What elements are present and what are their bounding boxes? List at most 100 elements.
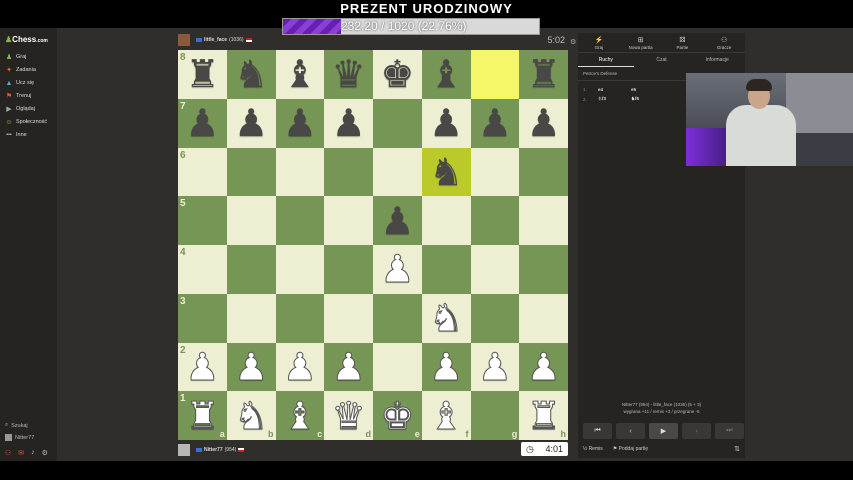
notifications-icon[interactable]: ♪ xyxy=(31,449,35,457)
sidebar-item-community[interactable]: ☺ Społeczność xyxy=(5,116,47,128)
tab-new-game[interactable]: ⊞ Nowa partia xyxy=(620,33,662,52)
square-e6[interactable] xyxy=(373,147,422,197)
square-c8[interactable]: ♝ xyxy=(275,50,325,99)
square-h2[interactable]: ♟ xyxy=(519,342,568,392)
square-b8[interactable]: ♞ xyxy=(226,50,276,99)
chess-logo[interactable]: ♟Chess.com xyxy=(5,35,48,44)
square-h1[interactable]: h ♜ xyxy=(519,391,568,440)
square-e7[interactable] xyxy=(373,98,422,148)
white-knight-icon[interactable]: ♞ xyxy=(234,396,269,435)
square-h7[interactable]: ♟ xyxy=(519,98,568,148)
tab-play[interactable]: ⚡ Graj xyxy=(578,33,620,52)
square-d4[interactable] xyxy=(324,245,373,294)
square-f6[interactable]: ♞ xyxy=(421,147,471,197)
white-bishop-icon[interactable]: ♝ xyxy=(429,396,464,435)
black-pawn-icon[interactable]: ♟ xyxy=(283,104,317,142)
tab-games[interactable]: ⚄ Partie xyxy=(662,33,704,52)
white-rook-icon[interactable]: ♜ xyxy=(185,396,220,435)
square-g2[interactable]: ♟ xyxy=(470,342,520,392)
black-rook-icon[interactable]: ♜ xyxy=(527,55,561,93)
square-a1[interactable]: 1 a ♜ xyxy=(178,391,227,440)
square-b7[interactable]: ♟ xyxy=(226,98,276,148)
square-c5[interactable] xyxy=(275,196,325,245)
first-move-button[interactable]: ⏮ xyxy=(583,423,612,439)
white-pawn-icon[interactable]: ♟ xyxy=(282,347,317,386)
resign-button[interactable]: ⚑ Poddaj partię xyxy=(613,446,648,452)
white-bishop-icon[interactable]: ♝ xyxy=(282,396,317,435)
white-pawn-icon[interactable]: ♟ xyxy=(429,347,464,386)
square-d5[interactable] xyxy=(324,196,373,245)
square-d3[interactable] xyxy=(324,293,373,343)
square-e8[interactable]: ♚ xyxy=(373,50,422,99)
black-pawn-icon[interactable]: ♟ xyxy=(380,202,414,240)
sidebar-item-puzzles[interactable]: ✦ Zadania xyxy=(5,64,36,76)
user-link[interactable]: Nitter77 xyxy=(5,434,34,441)
white-pawn-icon[interactable]: ♟ xyxy=(477,347,512,386)
black-bishop-icon[interactable]: ♝ xyxy=(283,55,317,93)
black-pawn-icon[interactable]: ♟ xyxy=(478,104,512,142)
square-g7[interactable]: ♟ xyxy=(470,98,520,148)
settings-gear-icon[interactable]: ⚙ xyxy=(42,449,48,457)
square-f4[interactable] xyxy=(421,245,471,294)
white-pawn-icon[interactable]: ♟ xyxy=(234,347,269,386)
square-d6[interactable] xyxy=(324,147,373,197)
sidebar-item-train[interactable]: ⚑ Trenuj xyxy=(5,90,32,102)
black-knight-icon[interactable]: ♞ xyxy=(429,153,463,191)
subtab-info[interactable]: Informacje xyxy=(689,53,745,67)
previous-move-button[interactable]: ‹ xyxy=(616,423,645,439)
tab-players[interactable]: ⚇ Gracze xyxy=(703,33,745,52)
play-button[interactable]: ▶ xyxy=(649,423,678,439)
bottom-player-name[interactable]: Nitter77 xyxy=(204,447,223,453)
white-pawn-icon[interactable]: ♟ xyxy=(185,347,220,386)
square-f8[interactable]: ♝ xyxy=(421,50,471,99)
square-f7[interactable]: ♟ xyxy=(421,98,471,148)
square-h3[interactable] xyxy=(519,293,568,343)
white-king-icon[interactable]: ♚ xyxy=(380,396,415,435)
square-e2[interactable] xyxy=(373,342,422,392)
black-pawn-icon[interactable]: ♟ xyxy=(234,104,268,142)
square-h4[interactable] xyxy=(519,245,568,294)
square-d8[interactable]: ♛ xyxy=(324,50,373,99)
friends-icon[interactable]: ⚇ xyxy=(5,449,11,457)
square-e4[interactable]: ♟ xyxy=(373,245,422,294)
square-c3[interactable] xyxy=(275,293,325,343)
top-player-name[interactable]: little_face xyxy=(204,37,227,43)
square-a3[interactable]: 3 xyxy=(178,293,227,343)
subtab-chat[interactable]: Czat xyxy=(634,53,690,67)
square-c1[interactable]: c ♝ xyxy=(275,391,325,440)
square-f5[interactable] xyxy=(421,196,471,245)
subtab-moves[interactable]: Ruchy xyxy=(578,53,634,67)
avatar[interactable] xyxy=(178,34,190,46)
square-b2[interactable]: ♟ xyxy=(226,342,276,392)
sidebar-item-play[interactable]: ♟ Graj xyxy=(5,51,27,63)
sidebar-item-learn[interactable]: ▲ Ucz się xyxy=(5,77,35,89)
square-f1[interactable]: f ♝ xyxy=(421,391,471,440)
square-h8[interactable]: ♜ xyxy=(519,50,568,99)
square-c2[interactable]: ♟ xyxy=(275,342,325,392)
white-pawn-icon[interactable]: ♟ xyxy=(380,250,415,289)
black-move[interactable]: e5 xyxy=(631,87,664,92)
white-rook-icon[interactable]: ♜ xyxy=(526,396,561,435)
square-g1[interactable]: g xyxy=(470,391,520,440)
square-g3[interactable] xyxy=(470,293,520,343)
square-c7[interactable]: ♟ xyxy=(275,98,325,148)
white-queen-icon[interactable]: ♛ xyxy=(331,396,366,435)
square-f2[interactable]: ♟ xyxy=(421,342,471,392)
square-d1[interactable]: d ♛ xyxy=(324,391,373,440)
black-queen-icon[interactable]: ♛ xyxy=(332,55,366,93)
square-a7[interactable]: 7 ♟ xyxy=(178,98,227,148)
black-pawn-icon[interactable]: ♟ xyxy=(332,104,366,142)
draw-button[interactable]: ½ Remis xyxy=(583,446,603,452)
square-g8[interactable] xyxy=(470,50,520,99)
square-h5[interactable] xyxy=(519,196,568,245)
square-e3[interactable] xyxy=(373,293,422,343)
square-g6[interactable] xyxy=(470,147,520,197)
square-c4[interactable] xyxy=(275,245,325,294)
white-pawn-icon[interactable]: ♟ xyxy=(331,347,366,386)
square-b5[interactable] xyxy=(226,196,276,245)
black-rook-icon[interactable]: ♜ xyxy=(185,55,219,93)
search-link[interactable]: ⌕ Szukaj xyxy=(5,422,28,429)
square-g5[interactable] xyxy=(470,196,520,245)
next-move-button[interactable]: › xyxy=(682,423,711,439)
square-d2[interactable]: ♟ xyxy=(324,342,373,392)
